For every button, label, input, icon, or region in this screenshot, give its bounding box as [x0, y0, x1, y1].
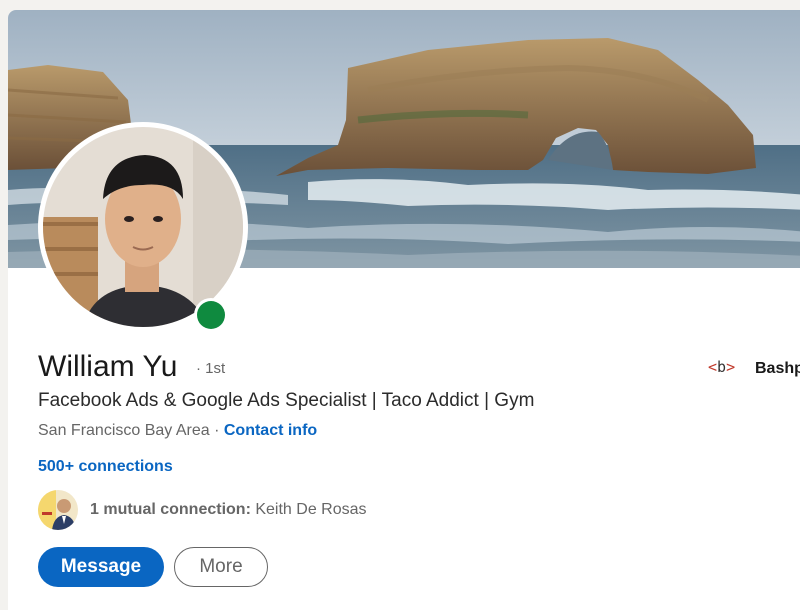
profile-location-row: San Francisco Bay Area · Contact info: [38, 422, 317, 440]
mutual-connection-label: 1 mutual connection:: [90, 501, 251, 518]
online-status-icon: [194, 298, 228, 332]
connection-degree: · 1st: [196, 360, 226, 377]
mutual-connection-avatar[interactable]: [38, 490, 78, 530]
profile-card: William Yu · 1st Facebook Ads & Google A…: [8, 10, 800, 610]
connections-link[interactable]: 500+ connections: [38, 458, 173, 476]
company-logo-icon[interactable]: <b>: [708, 358, 735, 376]
contact-info-link[interactable]: Contact info: [224, 422, 317, 439]
more-button[interactable]: More: [174, 547, 268, 587]
message-button[interactable]: Message: [38, 547, 164, 587]
logo-left-bracket: <: [708, 358, 718, 376]
profile-location: San Francisco Bay Area: [38, 422, 210, 439]
profile-photo[interactable]: [43, 127, 243, 327]
profile-headline: Facebook Ads & Google Ads Specialist | T…: [38, 390, 535, 411]
logo-right-bracket: >: [726, 358, 736, 376]
mutual-connection-text[interactable]: 1 mutual connection: Keith De Rosas: [90, 501, 367, 519]
profile-name: William Yu: [38, 350, 178, 383]
current-company-name[interactable]: Bashp: [755, 360, 800, 378]
location-separator: ·: [209, 422, 224, 439]
mutual-connection-names: Keith De Rosas: [255, 501, 367, 518]
logo-letter: b: [717, 358, 727, 376]
